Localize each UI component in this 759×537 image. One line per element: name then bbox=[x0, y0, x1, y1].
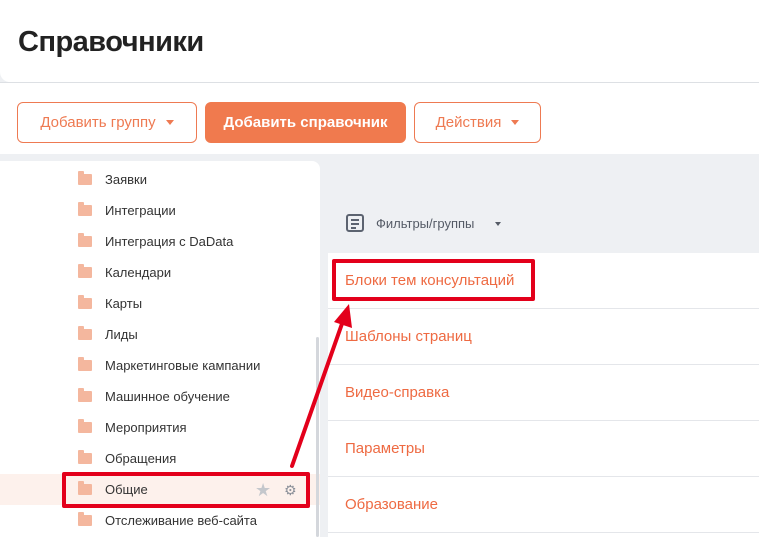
annotation-highlight-sidebar bbox=[62, 472, 310, 508]
sidebar-item-label: Маркетинговые кампании bbox=[105, 358, 261, 373]
folder-icon bbox=[78, 326, 92, 340]
actions-label: Действия bbox=[435, 114, 502, 131]
folder-icon bbox=[78, 357, 92, 371]
sidebar-scrollbar[interactable] bbox=[316, 337, 319, 537]
add-group-button[interactable]: Добавить группу bbox=[17, 102, 197, 143]
sidebar-item-tracking[interactable]: Отслеживание веб-сайта bbox=[0, 505, 320, 536]
chevron-down-icon bbox=[495, 222, 501, 226]
sidebar-item-dadata[interactable]: Интеграция с DaData bbox=[0, 226, 320, 257]
sidebar-item-label: Отслеживание веб-сайта bbox=[105, 513, 257, 528]
list-item[interactable]: Образование bbox=[328, 477, 759, 533]
sidebar-item-label: Мероприятия bbox=[105, 420, 187, 435]
sidebar-item-karty[interactable]: Карты bbox=[0, 288, 320, 319]
reference-link[interactable]: Видео-справка bbox=[345, 384, 449, 401]
reference-link[interactable]: Параметры bbox=[345, 440, 425, 457]
folder-icon bbox=[78, 388, 92, 402]
annotation-highlight-reference bbox=[332, 259, 535, 301]
header: Справочники bbox=[0, 0, 759, 82]
folder-icon bbox=[78, 295, 92, 309]
list-item[interactable]: Шаблоны страниц bbox=[328, 309, 759, 365]
sidebar-item-obrascheniya[interactable]: Обращения bbox=[0, 443, 320, 474]
sidebar-item-zayavki[interactable]: Заявки bbox=[0, 164, 320, 195]
list-item[interactable]: Параметры bbox=[328, 421, 759, 477]
filter-list-icon[interactable] bbox=[346, 214, 364, 232]
sidebar-item-kalendari[interactable]: Календари bbox=[0, 257, 320, 288]
sidebar-item-label: Календари bbox=[105, 265, 172, 280]
actions-button[interactable]: Действия bbox=[414, 102, 541, 143]
folder-icon bbox=[78, 171, 92, 185]
sidebar-item-label: Обращения bbox=[105, 451, 177, 466]
toolbar: Добавить группу Добавить справочник Дейс… bbox=[0, 83, 759, 154]
add-reference-button[interactable]: Добавить справочник bbox=[205, 102, 406, 143]
sidebar-item-label: Интеграции bbox=[105, 203, 176, 218]
chevron-down-icon bbox=[165, 120, 174, 125]
sidebar-item-ml[interactable]: Машинное обучение bbox=[0, 381, 320, 412]
chevron-down-icon bbox=[511, 120, 520, 125]
sidebar-item-meropriyatiya[interactable]: Мероприятия bbox=[0, 412, 320, 443]
add-group-label: Добавить группу bbox=[40, 114, 156, 131]
list-item[interactable]: Видео-справка bbox=[328, 365, 759, 421]
sidebar-item-label: Карты bbox=[105, 296, 143, 311]
sidebar-item-label: Заявки bbox=[105, 172, 147, 187]
reference-list-panel: Фильтры/группы Блоки тем консультаций Ша… bbox=[328, 154, 759, 537]
folder-icon bbox=[78, 202, 92, 216]
folder-icon bbox=[78, 233, 92, 247]
folder-icon bbox=[78, 450, 92, 464]
sidebar-item-integracii[interactable]: Интеграции bbox=[0, 195, 320, 226]
sidebar-item-label: Интеграция с DaData bbox=[105, 234, 234, 249]
sidebar-item-label: Машинное обучение bbox=[105, 389, 230, 404]
reference-link[interactable]: Образование bbox=[345, 496, 438, 513]
folder-icon bbox=[78, 264, 92, 278]
filter-groups-toggle[interactable]: Фильтры/группы bbox=[376, 216, 474, 231]
add-reference-label: Добавить справочник bbox=[223, 114, 388, 131]
sidebar-item-lidy[interactable]: Лиды bbox=[0, 319, 320, 350]
folder-icon bbox=[78, 419, 92, 433]
sidebar-item-label: Лиды bbox=[105, 327, 138, 342]
sidebar-item-marketing[interactable]: Маркетинговые кампании bbox=[0, 350, 320, 381]
folder-icon bbox=[78, 512, 92, 526]
reference-link[interactable]: Шаблоны страниц bbox=[345, 328, 472, 345]
page-title: Справочники bbox=[18, 26, 204, 58]
filter-bar: Фильтры/группы bbox=[328, 154, 759, 253]
